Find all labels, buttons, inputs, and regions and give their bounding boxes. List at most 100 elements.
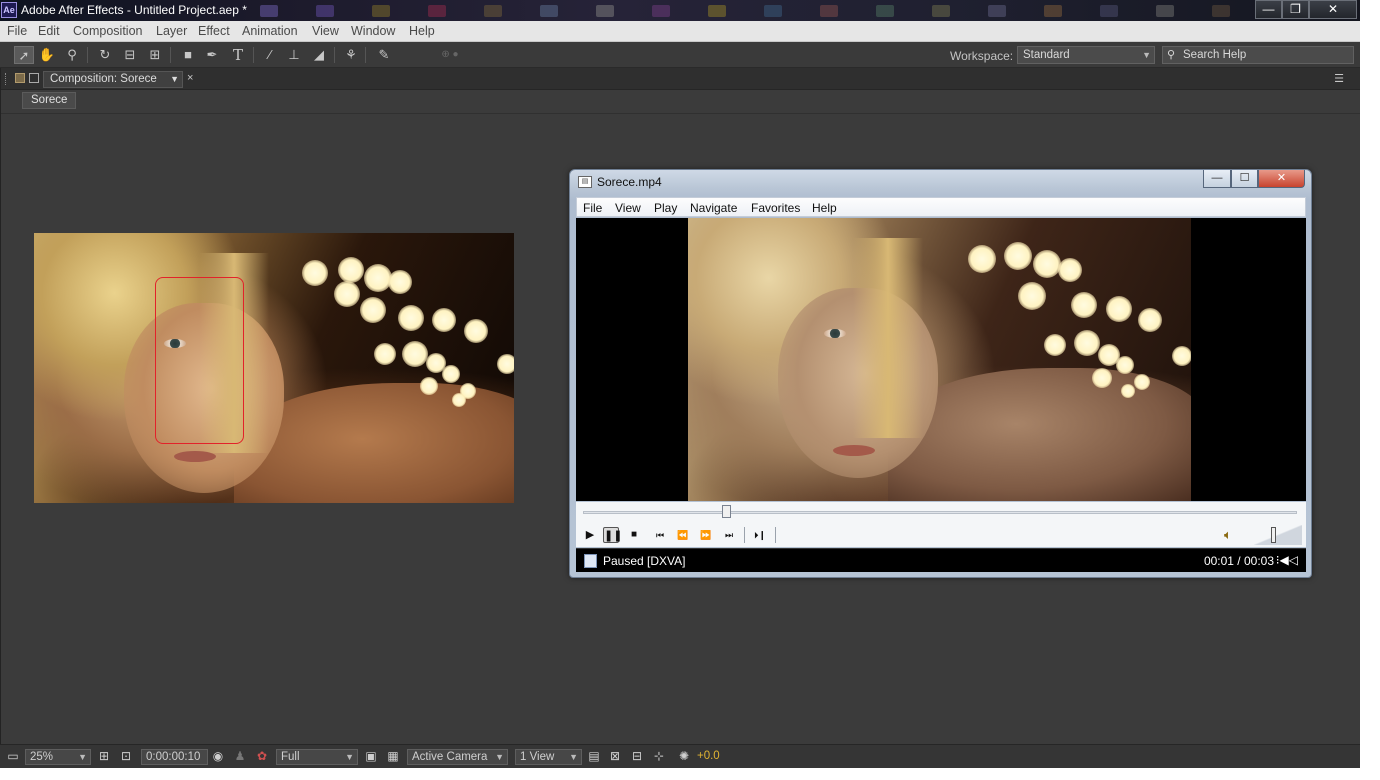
menu-help[interactable]: Help <box>409 24 435 38</box>
snapshot-icon[interactable]: ◉ <box>210 749 226 765</box>
player-minimize-button[interactable]: — <box>1203 170 1231 188</box>
volume-icon[interactable]: 🔈︎ <box>1224 527 1240 543</box>
fast-forward-icon[interactable]: ⏩ <box>698 527 714 543</box>
bokeh-light <box>398 305 424 331</box>
toggle-pixel-aspect-icon[interactable]: ▤ <box>586 749 602 765</box>
bokeh-light <box>338 257 364 283</box>
play-icon[interactable]: ▶ <box>582 527 598 543</box>
type-icon[interactable]: T <box>228 46 248 64</box>
bokeh-light <box>334 281 360 307</box>
composition-viewer-image[interactable] <box>34 233 514 503</box>
menu-composition[interactable]: Composition <box>73 24 142 38</box>
comp-breadcrumb[interactable]: Sorece <box>22 92 77 109</box>
eraser-icon[interactable]: ◢ <box>309 46 329 64</box>
puppet-pin-icon[interactable]: ✎ <box>374 46 394 64</box>
menu-animation[interactable]: Animation <box>242 24 298 38</box>
tab-composition[interactable]: Composition: Sorece ▼ <box>43 71 183 88</box>
menu-layer[interactable]: Layer <box>156 24 187 38</box>
stop-icon[interactable]: ■ <box>626 527 642 543</box>
region-of-interest-icon[interactable]: ▣ <box>363 749 379 765</box>
close-tab-icon[interactable]: × <box>187 72 193 84</box>
controls-divider <box>775 527 776 543</box>
player-menu-favorites[interactable]: Favorites <box>751 201 800 215</box>
rewind-icon[interactable]: ⏪ <box>675 527 691 543</box>
clone-stamp-icon[interactable]: ⊥ <box>284 46 304 64</box>
rotate-icon[interactable]: ↻ <box>95 46 115 64</box>
lock-icon[interactable] <box>15 73 25 83</box>
current-time-field[interactable]: 0:00:00:10 <box>141 749 208 765</box>
always-preview-icon[interactable]: ▭ <box>5 749 21 765</box>
channel-icon[interactable]: ✿ <box>254 749 270 765</box>
bokeh-light <box>360 297 386 323</box>
seek-handle[interactable] <box>722 505 731 518</box>
panel-grip-icon[interactable] <box>5 73 8 85</box>
player-menu-play[interactable]: Play <box>654 201 677 215</box>
magnification-select[interactable]: 25% ▼ <box>25 749 91 765</box>
minimize-button[interactable]: — <box>1255 0 1282 19</box>
toolbar-divider <box>87 47 88 63</box>
roto-brush-icon[interactable]: ⚘ <box>341 46 361 64</box>
restore-button[interactable]: ❐ <box>1282 0 1309 19</box>
zoom-icon[interactable]: ⚲ <box>62 46 82 64</box>
previous-icon[interactable]: ⏮ <box>652 527 668 543</box>
show-snapshot-icon[interactable]: ♟ <box>232 749 248 765</box>
menu-effect[interactable]: Effect <box>198 24 230 38</box>
menu-view[interactable]: View <box>312 24 339 38</box>
player-controls: ▶ ❚❚ ■ ⏮ ⏪ ⏩ ⏭ ⏵❙ 🔈︎ <box>576 502 1306 547</box>
player-maximize-button[interactable]: ☐ <box>1231 170 1258 188</box>
player-close-button[interactable]: ✕ <box>1258 170 1305 188</box>
player-menu-navigate[interactable]: Navigate <box>690 201 737 215</box>
transparency-grid-icon[interactable]: ▦ <box>385 749 401 765</box>
chevron-down-icon: ▼ <box>345 752 354 762</box>
flowchart-icon[interactable]: ⊹ <box>651 749 667 765</box>
audio-output-icon[interactable]: ⁝◀◁ <box>1276 553 1298 567</box>
player-menu-file[interactable]: File <box>583 201 602 215</box>
fast-previews-icon[interactable]: ⊠ <box>607 749 623 765</box>
menu-file[interactable]: File <box>7 24 27 38</box>
camera-view-select[interactable]: Active Camera ▼ <box>407 749 508 765</box>
volume-slider[interactable] <box>1254 525 1302 545</box>
image-hair-strand <box>853 238 923 438</box>
view-layout-select[interactable]: 1 View ▼ <box>515 749 582 765</box>
bokeh-light <box>420 377 438 395</box>
mask-visibility-icon[interactable]: ⊡ <box>118 749 134 765</box>
video-area[interactable] <box>576 218 1306 501</box>
chevron-down-icon: ▼ <box>78 752 87 762</box>
selection-icon[interactable]: ➚ <box>14 46 34 64</box>
hand-icon[interactable]: ✋ <box>37 46 57 64</box>
pen-icon[interactable]: ✒ <box>202 46 222 64</box>
pause-icon[interactable]: ❚❚ <box>603 527 622 543</box>
next-icon[interactable]: ⏭ <box>721 527 737 543</box>
video-file-icon: ▤ <box>578 176 592 188</box>
player-title: Sorece.mp4 <box>597 175 662 189</box>
panel-menu-icon[interactable]: ☰ <box>1334 72 1344 85</box>
exposure-value[interactable]: +0.0 <box>697 749 720 765</box>
player-menu-bar: File View Play Navigate Favorites Help <box>576 197 1306 217</box>
close-button[interactable]: ✕ <box>1309 0 1357 19</box>
exposure-reset-icon[interactable]: ✺ <box>676 749 692 765</box>
magnification-value: 25% <box>30 751 54 763</box>
menu-window[interactable]: Window <box>351 24 395 38</box>
frame-step-icon[interactable]: ⏵❙ <box>752 527 768 543</box>
mask-outline[interactable] <box>155 277 244 444</box>
player-menu-view[interactable]: View <box>615 201 641 215</box>
safe-zones-icon[interactable]: ⊞ <box>96 749 112 765</box>
pan-behind-icon[interactable]: ⊞ <box>145 46 165 64</box>
player-menu-help[interactable]: Help <box>812 201 837 215</box>
bokeh-light <box>1018 282 1046 310</box>
bokeh-light <box>374 343 396 365</box>
resolution-select[interactable]: Full ▼ <box>276 749 358 765</box>
bokeh-light <box>1071 292 1097 318</box>
orbit-camera-icon[interactable]: ⊟ <box>120 46 140 64</box>
search-help-input[interactable]: ⚲ Search Help <box>1162 46 1354 64</box>
volume-handle[interactable] <box>1271 527 1276 543</box>
seek-bar[interactable] <box>583 511 1297 514</box>
image-lips <box>833 445 875 456</box>
rectangle-icon[interactable]: ■ <box>178 46 198 64</box>
brush-icon[interactable]: ⁄ <box>260 46 280 64</box>
after-effects-logo-icon: Ae <box>1 2 17 18</box>
timeline-icon[interactable]: ⊟ <box>629 749 645 765</box>
workspace-select[interactable]: Standard ▼ <box>1017 46 1155 64</box>
comp-lock-icon[interactable] <box>29 73 39 83</box>
menu-edit[interactable]: Edit <box>38 24 60 38</box>
